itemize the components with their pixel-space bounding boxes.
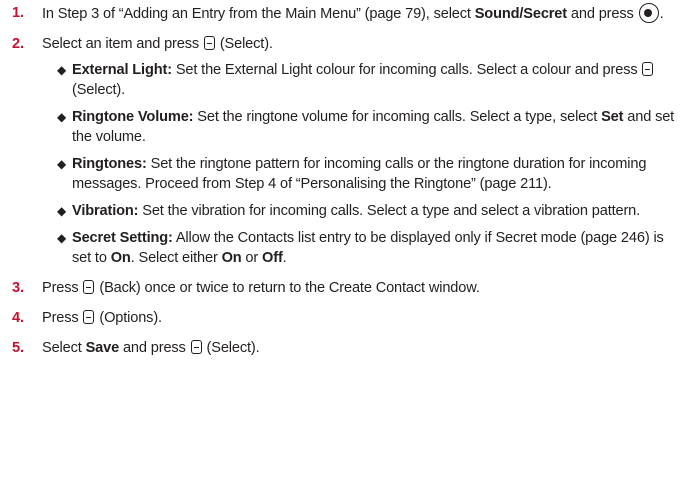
menu-option-save: Save (85, 340, 120, 356)
step-text: Select (42, 340, 86, 356)
setting-on: On (221, 250, 242, 266)
manual-page: 1. In Step 3 of “Adding an Entry from th… (0, 0, 687, 501)
menu-option-set: Set (601, 109, 624, 125)
diamond-bullet-icon: ◆ (57, 204, 67, 218)
list-item: ◆ External Light: Set the External Light… (42, 60, 679, 100)
step-5: 5. Select Save and press (Select). (12, 338, 679, 358)
step-1: 1. In Step 3 of “Adding an Entry from th… (12, 3, 679, 24)
item-text: . (282, 250, 287, 266)
item-term: Secret Setting: (72, 230, 173, 246)
item-term: Ringtone Volume: (72, 109, 194, 125)
setting-on: On (110, 250, 131, 266)
step-3: 3. Press (Back) once or twice to return … (12, 278, 679, 298)
right-soft-key-icon (83, 280, 95, 294)
item-text: (Select). (72, 82, 125, 98)
step-text: Select an item and press (42, 36, 203, 52)
item-text: Set the ringtone volume for incoming cal… (193, 109, 602, 125)
item-term: Ringtones: (72, 156, 147, 172)
left-soft-key-icon (83, 310, 95, 324)
step-number: 1. (12, 5, 24, 21)
left-soft-key-icon (203, 36, 215, 50)
step-text: (Select). (202, 340, 260, 356)
step-text: Press (42, 280, 83, 296)
item-text: Set the vibration for incoming calls. Se… (138, 203, 641, 219)
item-text: Set the External Light colour for incomi… (171, 62, 642, 78)
item-text: or (241, 250, 263, 266)
step-number: 3. (12, 280, 24, 296)
step-text: Press (42, 310, 83, 326)
step-text: (Select). (215, 36, 273, 52)
item-term: Vibration: (72, 203, 139, 219)
option-list: ◆ External Light: Set the External Light… (42, 60, 679, 268)
list-item: ◆ Ringtone Volume: Set the ringtone volu… (42, 107, 679, 147)
step-text: . (659, 6, 664, 22)
menu-option-sound-secret: Sound/Secret (474, 6, 567, 22)
center-select-key-icon (638, 3, 659, 23)
step-text: and press (567, 6, 638, 22)
setting-off: Off (262, 250, 283, 266)
step-number: 2. (12, 36, 24, 52)
diamond-bullet-icon: ◆ (57, 110, 67, 124)
left-soft-key-icon (642, 62, 654, 76)
list-item: ◆ Vibration: Set the vibration for incom… (42, 201, 679, 221)
step-text: (Options). (95, 310, 162, 326)
list-item: ◆ Secret Setting: Allow the Contacts lis… (42, 228, 679, 268)
left-soft-key-icon (190, 340, 202, 354)
item-text: . Select either (130, 250, 222, 266)
diamond-bullet-icon: ◆ (57, 231, 67, 245)
item-text: Set the ringtone pattern for incoming ca… (72, 156, 647, 192)
step-number: 5. (12, 340, 24, 356)
step-4: 4. Press (Options). (12, 308, 679, 328)
step-2: 2. Select an item and press (Select). ◆ … (12, 34, 679, 268)
list-item: ◆ Ringtones: Set the ringtone pattern fo… (42, 154, 679, 194)
step-text: In Step 3 of “Adding an Entry from the M… (42, 6, 475, 22)
step-text: (Back) once or twice to return to the Cr… (95, 280, 480, 296)
step-text: and press (119, 340, 190, 356)
step-number: 4. (12, 310, 24, 326)
diamond-bullet-icon: ◆ (57, 157, 67, 171)
diamond-bullet-icon: ◆ (57, 63, 67, 77)
item-term: External Light: (72, 62, 172, 78)
